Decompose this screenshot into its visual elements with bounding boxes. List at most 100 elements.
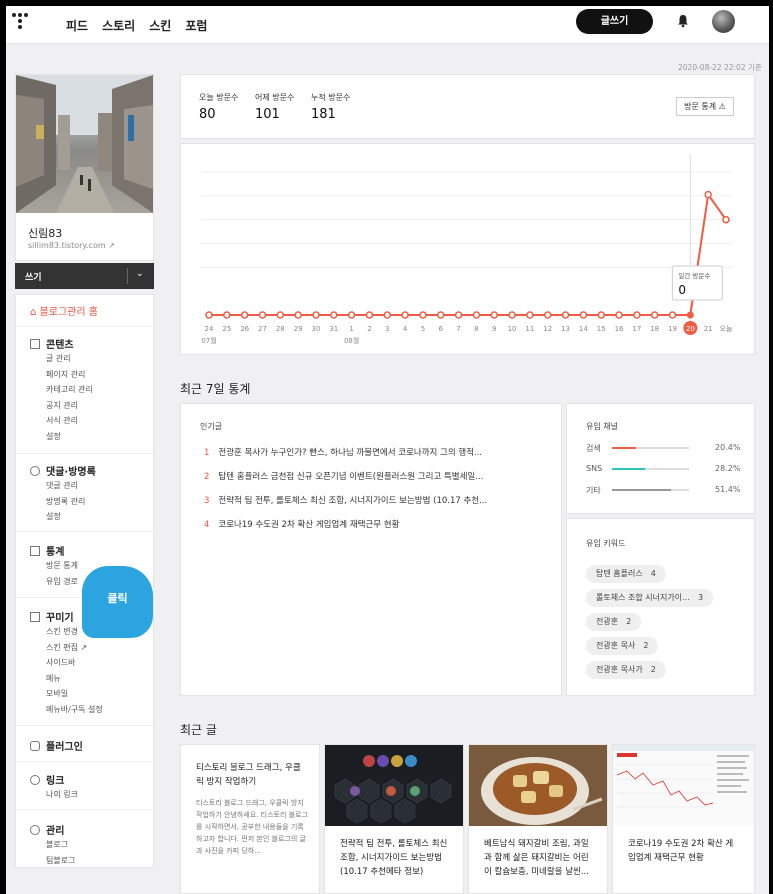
data-point[interactable]: [561, 311, 570, 319]
keyword-chip[interactable]: 전광훈 목사 2: [586, 637, 659, 655]
keyword-chip[interactable]: 전광훈 2: [586, 613, 642, 631]
menu-item-sidebar[interactable]: 사이드바: [46, 655, 103, 671]
data-point[interactable]: [240, 311, 249, 319]
tick-label: 11: [525, 325, 534, 333]
menu-item-comment-manage[interactable]: 댓글 관리: [46, 478, 85, 494]
menu-item-template-manage[interactable]: 서식 관리: [46, 413, 93, 429]
menu-item-skin-edit[interactable]: 스킨 편집 ↗: [46, 640, 103, 656]
data-point[interactable]: [437, 311, 445, 319]
tick-label: 21: [704, 325, 713, 333]
visit-stats-button[interactable]: 방문 통계 ⚠: [676, 97, 734, 116]
popular-item[interactable]: 4 코로나19 수도권 2차 확산 게임업계 재택근무 현황: [204, 518, 399, 530]
popular-item[interactable]: 3 전략적 팀 전투, 롤토체스 최신 조합, 시너지가이드 보는방법 (10.1…: [204, 494, 487, 506]
menu-item-notice-manage[interactable]: 공지 관리: [46, 398, 93, 414]
data-point[interactable]: [650, 311, 659, 319]
menu-item-blog[interactable]: 블로그: [46, 837, 75, 853]
chevron-down-icon[interactable]: ⌄: [136, 269, 144, 279]
menu-section-admin[interactable]: 관리: [30, 822, 64, 837]
menu-item-my-links[interactable]: 나의 링크: [46, 787, 78, 803]
data-point[interactable]: [508, 311, 516, 319]
menu-section-design[interactable]: 꾸미기: [30, 609, 74, 624]
menu-item-guestbook-manage[interactable]: 방명록 관리: [46, 494, 85, 510]
blog-url[interactable]: sillim83.tistory.com ↗: [28, 241, 115, 250]
menu-item-inflow-path[interactable]: 유입 경로: [46, 574, 78, 590]
menu-section-content[interactable]: 콘텐츠: [30, 336, 74, 351]
write-dropdown-button[interactable]: 쓰기 ⌄: [15, 263, 154, 289]
data-point[interactable]: [615, 311, 623, 319]
bell-icon[interactable]: [676, 14, 690, 28]
data-point[interactable]: [258, 311, 267, 319]
data-point[interactable]: [490, 311, 498, 319]
data-point[interactable]: [276, 311, 285, 319]
recent-post-card[interactable]: 전략적 팀 전투, 롤토체스 최신 조합, 시너지가이드 보는방법 (10.17…: [324, 744, 464, 894]
menu-sub-stats: 방문 통계 유입 경로: [46, 558, 78, 589]
menu-section-comments[interactable]: 댓글·방명록: [30, 463, 96, 478]
menu-item-menu[interactable]: 메뉴: [46, 671, 103, 687]
data-point[interactable]: [365, 311, 374, 319]
data-point[interactable]: [454, 311, 463, 319]
month-label: 08월: [344, 336, 359, 345]
data-point[interactable]: [704, 190, 712, 199]
data-point[interactable]: [205, 311, 213, 319]
popular-text: 전략적 팀 전투, 롤토체스 최신 조합, 시너지가이드 보는방법 (10.17…: [218, 496, 488, 506]
data-point[interactable]: [597, 311, 605, 319]
avatar[interactable]: [712, 10, 735, 33]
tick-label: 29: [294, 325, 303, 333]
chart-icon: ⚠: [718, 102, 726, 111]
data-point[interactable]: [722, 215, 730, 224]
external-link-icon: ↗: [80, 642, 88, 652]
write-post-button[interactable]: 글쓰기: [576, 9, 653, 34]
keyword-count: 2: [650, 665, 656, 674]
recent-post-text-card[interactable]: 티스토리 블로그 드래그, 우클릭 방지 작업하기 티스토리 블로그 드래그, …: [180, 744, 320, 894]
menu-item-page-manage[interactable]: 페이지 관리: [46, 367, 93, 383]
blog-name[interactable]: 신림83: [28, 225, 62, 241]
blog-profile-photo[interactable]: [16, 75, 153, 213]
recent-post-card[interactable]: 베트남식 돼지갈비 조림, 과일과 함께 삶은 돼지갈비는 어린이 칼슘보충, …: [468, 744, 608, 894]
tistory-logo-icon[interactable]: [12, 13, 30, 31]
blog-url-text: sillim83.tistory.com: [28, 241, 106, 250]
menu-item-category-manage[interactable]: 카테고리 관리: [46, 382, 93, 398]
tick-label: 1: [349, 325, 353, 333]
data-point[interactable]: [633, 311, 641, 319]
popular-item[interactable]: 1 전광훈 목사가 누구인가? 빤스, 하나님 까불면에서 코로나까지 그의 행적…: [204, 446, 482, 458]
nav-forum[interactable]: 포럼: [185, 17, 207, 34]
keyword-chip[interactable]: 탑텐 홈플러스 4: [586, 565, 666, 583]
data-point[interactable]: [543, 311, 552, 319]
menu-section-stats[interactable]: 통계: [30, 543, 64, 558]
data-point[interactable]: [472, 311, 481, 319]
menu-item-content-settings[interactable]: 설정: [46, 429, 93, 445]
menu-item-post-manage[interactable]: 글 관리: [46, 351, 93, 367]
popular-item[interactable]: 2 탑텐 홈플러스 금천점 신규 오픈기념 이벤트(원플러스원 그리고 특별세일.…: [204, 470, 483, 482]
data-point[interactable]: [294, 311, 302, 319]
keyword-chip[interactable]: 롤토체스 조합 시너지가이… 3: [586, 589, 714, 607]
nav-skin[interactable]: 스킨: [149, 17, 171, 34]
menu-home[interactable]: ⌂ 블로그관리 홈: [30, 303, 98, 318]
data-point[interactable]: [526, 311, 534, 319]
data-point[interactable]: [401, 311, 409, 319]
channel-bar-fill: [612, 447, 636, 449]
data-point[interactable]: [223, 311, 231, 319]
recent-post-card[interactable]: 코로나19 수도권 2차 확산 게임업계 재택근무 현황: [612, 744, 755, 894]
menu-item-mobile[interactable]: 모바일: [46, 686, 103, 702]
data-point[interactable]: [419, 311, 427, 319]
nav-feed[interactable]: 피드: [66, 17, 88, 34]
data-point[interactable]: [312, 311, 320, 319]
data-point[interactable]: [579, 311, 588, 319]
skin-edit-label: 스킨 편집: [46, 642, 78, 652]
today-visits-label: 오늘 방문수: [199, 93, 239, 102]
menu-section-plugin[interactable]: 플러그인: [30, 738, 83, 753]
menu-item-menubar-subscribe[interactable]: 메뉴바/구독 설정: [46, 702, 103, 718]
keyword-chip[interactable]: 전광훈 목사가 2: [586, 661, 666, 679]
tick-label: 3: [385, 325, 389, 333]
nav-story[interactable]: 스토리: [102, 17, 135, 34]
data-point-highlight[interactable]: [686, 311, 694, 319]
data-point[interactable]: [330, 311, 338, 319]
menu-section-link[interactable]: 링크: [30, 772, 64, 787]
menu-item-team-blog[interactable]: 팀블로그: [46, 853, 75, 869]
divider: [16, 326, 153, 327]
data-point[interactable]: [383, 311, 392, 319]
data-point[interactable]: [347, 311, 356, 319]
menu-item-visit-stats[interactable]: 방문 통계: [46, 558, 78, 574]
data-point[interactable]: [668, 311, 677, 319]
menu-item-comment-settings[interactable]: 설정: [46, 509, 85, 525]
